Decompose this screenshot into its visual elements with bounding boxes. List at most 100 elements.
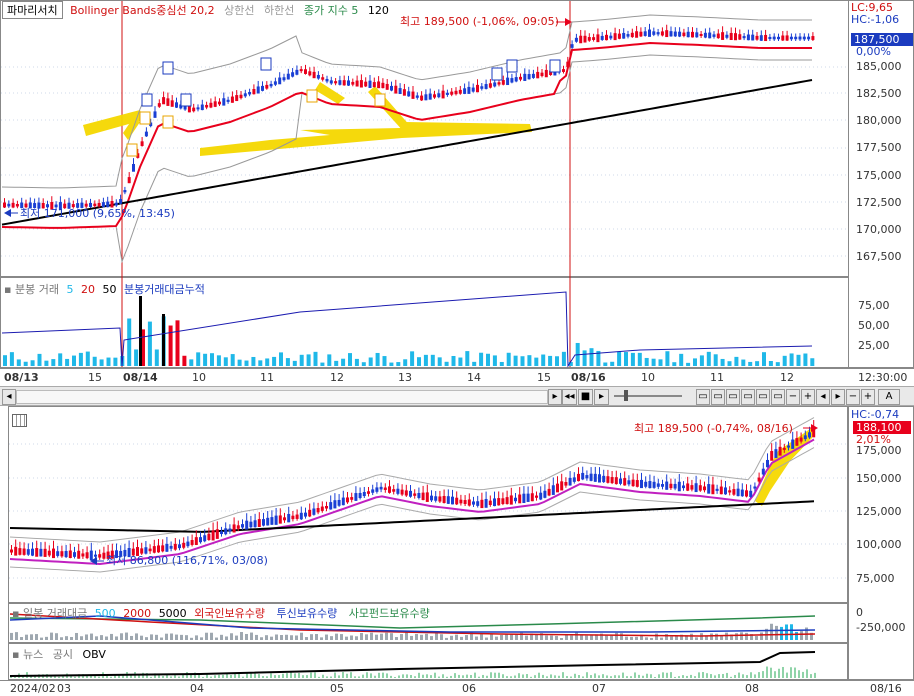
minute-chart-panel[interactable]: 파마리서치 Bollinger Bands중심선 20,2 상한선 하한선 종가… bbox=[0, 0, 914, 387]
volume-bar bbox=[223, 357, 228, 366]
obv-legend[interactable]: OBV bbox=[82, 648, 105, 661]
time-label: 10 bbox=[641, 371, 655, 384]
plus-icon[interactable]: + bbox=[861, 389, 875, 405]
scroll-right-arrow[interactable]: ▸ bbox=[548, 389, 562, 405]
daily-flow-bar bbox=[100, 635, 103, 640]
obv-bar bbox=[270, 673, 272, 678]
sell-signal-marker bbox=[491, 67, 503, 81]
notice-toggle[interactable]: 공시 bbox=[53, 648, 73, 661]
obv-bar bbox=[418, 672, 420, 678]
obv-bar bbox=[326, 676, 328, 678]
volume-ma50[interactable]: 50 bbox=[102, 283, 116, 296]
zoom-slider-thumb[interactable] bbox=[624, 390, 628, 401]
daily-candle-body bbox=[98, 554, 102, 558]
zoom-in-icon[interactable]: + bbox=[801, 389, 815, 405]
sell-signal-marker bbox=[506, 59, 518, 73]
layout-icon-2[interactable]: ▭ bbox=[711, 389, 725, 405]
daily-flow-bar bbox=[185, 635, 188, 640]
daily-settings-icon[interactable] bbox=[12, 414, 27, 427]
scroll-left-arrow[interactable]: ◂ bbox=[2, 389, 16, 405]
volume-bar bbox=[361, 362, 366, 366]
daily-flow-bar bbox=[275, 634, 278, 640]
obv-bar bbox=[318, 676, 320, 678]
layout-icon-4[interactable]: ▭ bbox=[741, 389, 755, 405]
scrollbar-track[interactable] bbox=[16, 390, 548, 404]
volume-bar bbox=[92, 356, 97, 366]
daily-flow-bar bbox=[190, 637, 193, 640]
fund-holding-legend[interactable]: 사모펀드보유수량 bbox=[349, 607, 430, 620]
daily-candle-body bbox=[593, 473, 597, 482]
flow-ma5000[interactable]: 5000 bbox=[159, 607, 187, 620]
stop-icon[interactable]: ■ bbox=[578, 389, 593, 405]
obv-bar bbox=[158, 675, 160, 678]
flow-ma500[interactable]: 500 bbox=[95, 607, 116, 620]
time-label: 11 bbox=[260, 371, 274, 384]
obv-bar bbox=[298, 672, 300, 678]
layout-icon-6[interactable]: ▭ bbox=[771, 389, 785, 405]
daily-candle-body bbox=[745, 490, 748, 497]
flow-legend-title[interactable]: 일봉 거래대금 bbox=[23, 607, 87, 620]
stock-name-tab[interactable]: 파마리서치 bbox=[2, 1, 63, 19]
obv-bar bbox=[214, 675, 216, 678]
daily-candle-body bbox=[547, 488, 551, 496]
scroll-end-right-icon[interactable]: ▸ bbox=[831, 389, 845, 405]
daily-chart-canvas[interactable] bbox=[0, 406, 914, 695]
news-toggle[interactable]: 뉴스 bbox=[23, 648, 43, 661]
legend-close-index[interactable]: 종가 지수 5 bbox=[304, 4, 358, 17]
rewind-icon[interactable]: ◂◂ bbox=[562, 389, 577, 405]
candle-body bbox=[441, 90, 445, 99]
legend-period-120[interactable]: 120 bbox=[368, 4, 389, 17]
candle-body bbox=[355, 80, 359, 87]
daily-flow-bar bbox=[630, 636, 633, 640]
volume-bar bbox=[403, 359, 408, 366]
daily-flow-bar bbox=[465, 635, 468, 640]
legend-lower-band[interactable]: 하한선 bbox=[264, 4, 294, 17]
layout-icon-1[interactable]: ▭ bbox=[696, 389, 710, 405]
trust-holding-legend[interactable]: 투신보유수량 bbox=[277, 607, 338, 620]
minute-chart-canvas[interactable] bbox=[0, 0, 914, 386]
flow-ma2000[interactable]: 2000 bbox=[123, 607, 151, 620]
daily-flow-bar bbox=[95, 636, 98, 640]
obv-bar bbox=[346, 673, 348, 678]
obv-bar bbox=[778, 668, 780, 678]
obv-bar bbox=[450, 675, 452, 678]
obv-bar bbox=[222, 674, 224, 678]
daily-chart-panel[interactable]: 최고 189,500 (-0,74%, 08/16) 최저 86,800 (11… bbox=[0, 406, 914, 696]
volume-ma20[interactable]: 20 bbox=[81, 283, 95, 296]
candle-body bbox=[230, 96, 234, 103]
daily-candle-body bbox=[438, 496, 442, 502]
volume-bar bbox=[341, 358, 346, 366]
obv-bar bbox=[726, 672, 728, 678]
daily-candle-body bbox=[215, 529, 219, 539]
daily-candle-body bbox=[740, 489, 744, 497]
layout-icon-5[interactable]: ▭ bbox=[756, 389, 770, 405]
dash-icon[interactable]: − bbox=[846, 389, 860, 405]
candle-body bbox=[708, 32, 712, 39]
foreign-holding-legend[interactable]: 외국인보유수량 bbox=[194, 607, 265, 620]
obv-bar bbox=[218, 674, 220, 678]
volume-bar bbox=[44, 360, 49, 366]
zoom-out-icon[interactable]: − bbox=[786, 389, 800, 405]
volume-cumulative[interactable]: 분봉거래대금누적 bbox=[124, 283, 205, 296]
daily-flow-bar bbox=[10, 632, 13, 640]
legend-bollinger-mid[interactable]: Bollinger Bands중심선 20,2 bbox=[70, 4, 215, 17]
volume-ma5[interactable]: 5 bbox=[66, 283, 73, 296]
daily-flow-bar bbox=[485, 637, 488, 640]
play-icon[interactable]: ▸ bbox=[594, 389, 609, 405]
auto-button[interactable]: A bbox=[878, 389, 900, 405]
daily-candle-body bbox=[530, 493, 534, 502]
daily-candle-body bbox=[736, 488, 740, 497]
layout-icon-3[interactable]: ▭ bbox=[726, 389, 740, 405]
candle-body bbox=[153, 111, 157, 118]
obv-bar bbox=[614, 675, 616, 678]
candle-body bbox=[364, 81, 368, 87]
volume-legend-title[interactable]: 분봉 거래 bbox=[15, 283, 59, 296]
volume-bar bbox=[154, 349, 159, 366]
candle-body bbox=[252, 88, 256, 95]
legend-upper-band[interactable]: 상한선 bbox=[224, 4, 254, 17]
obv-bar bbox=[414, 676, 416, 678]
daily-candle-body bbox=[757, 477, 761, 482]
scroll-end-left-icon[interactable]: ◂ bbox=[816, 389, 830, 405]
daily-flow-bar bbox=[265, 635, 268, 640]
obv-bar bbox=[562, 672, 564, 678]
